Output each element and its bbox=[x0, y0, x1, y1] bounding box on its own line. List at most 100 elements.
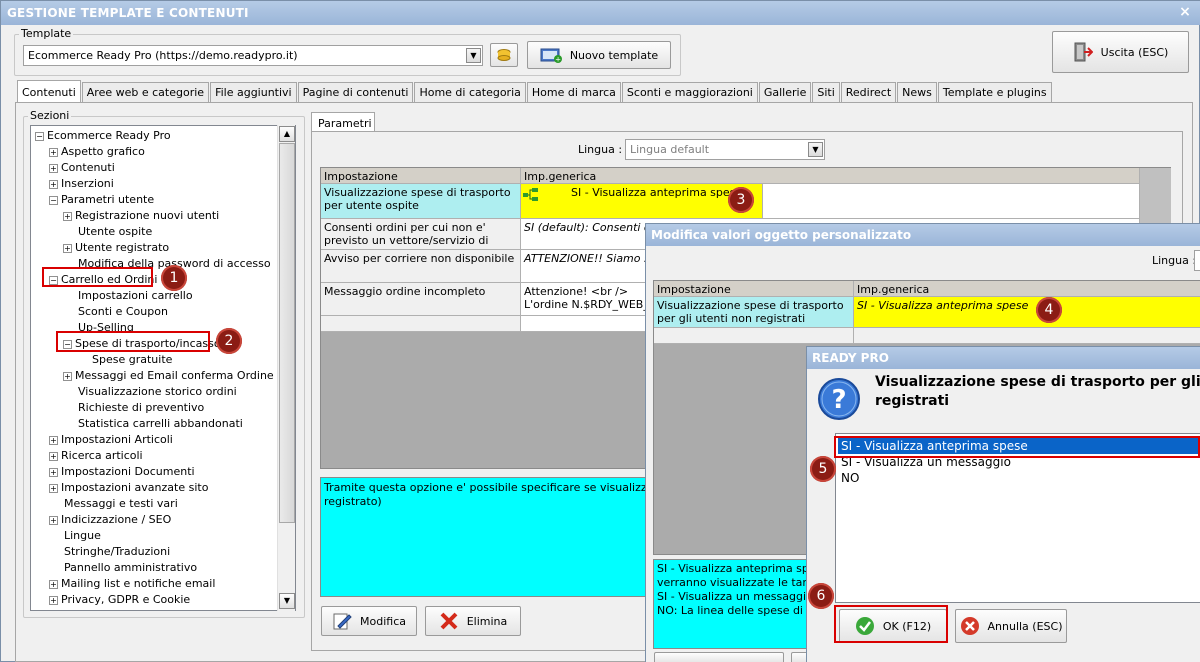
language-select[interactable]: Lingua default bbox=[625, 139, 825, 160]
modify-button[interactable]: Modifica bbox=[321, 606, 417, 636]
tab-home-di-categoria[interactable]: Home di categoria bbox=[414, 82, 526, 102]
tab-home-di-marca[interactable]: Home di marca bbox=[526, 82, 621, 102]
window-title: GESTIONE TEMPLATE E CONTENUTI bbox=[7, 6, 249, 20]
tree-item-label: Messaggi e testi vari bbox=[64, 497, 178, 510]
collapse-icon[interactable]: − bbox=[35, 131, 44, 141]
tree-scrollbar[interactable]: ▲ ▼ bbox=[277, 125, 295, 611]
options-list[interactable]: SI - Visualizza anteprima spese SI - Vis… bbox=[835, 433, 1200, 603]
language-label: Lingua : bbox=[578, 143, 623, 156]
tree-item[interactable]: − Parametri utente bbox=[49, 192, 154, 208]
chevron-down-icon[interactable]: ▼ bbox=[808, 142, 823, 157]
tree-item-label: Lingue bbox=[64, 529, 101, 542]
dialog1-language-select[interactable] bbox=[1194, 250, 1200, 271]
tree-item-label: Visualizzazione storico ordini bbox=[78, 385, 237, 398]
database-icon bbox=[497, 49, 511, 61]
scroll-down-icon[interactable]: ▼ bbox=[279, 593, 295, 609]
tree-item[interactable]: + Impostazioni Documenti bbox=[49, 464, 195, 480]
tab-pagine-di-contenuti[interactable]: Pagine di contenuti bbox=[297, 82, 414, 102]
tree-item-label: Impostazioni Articoli bbox=[61, 433, 173, 446]
tree-item[interactable]: + Mailing list e notifiche email bbox=[49, 576, 215, 592]
tree-item[interactable]: + Impostazioni avanzate sito bbox=[49, 480, 208, 496]
tree-item[interactable]: + Impostazioni Articoli bbox=[49, 432, 173, 448]
tree-item[interactable]: + Indicizzazione / SEO bbox=[49, 512, 171, 528]
close-icon[interactable]: × bbox=[1177, 4, 1193, 20]
svg-text:+: + bbox=[555, 56, 561, 64]
tree-item[interactable]: Utente ospite bbox=[63, 224, 152, 240]
option-item[interactable]: NO bbox=[838, 470, 1200, 486]
tab-redirect[interactable]: Redirect bbox=[840, 82, 897, 102]
database-button[interactable] bbox=[490, 43, 518, 67]
delete-x-icon bbox=[440, 612, 458, 630]
expand-icon[interactable]: + bbox=[49, 467, 58, 477]
tab-parametri[interactable]: Parametri bbox=[311, 112, 375, 132]
tree-item[interactable]: Richieste di preventivo bbox=[63, 400, 204, 416]
tree-item-label: Registrazione nuovi utenti bbox=[75, 209, 220, 222]
expand-icon[interactable]: + bbox=[63, 371, 72, 381]
tree-item-label: Privacy, GDPR e Cookie bbox=[61, 593, 191, 606]
grid-row-1-value[interactable]: SI - Visualizza anteprima spese bbox=[521, 184, 763, 219]
expand-icon[interactable]: + bbox=[49, 435, 58, 445]
tree-item[interactable]: + Contenuti bbox=[49, 160, 115, 176]
expand-icon[interactable]: + bbox=[63, 243, 72, 253]
edit-icon bbox=[333, 613, 352, 630]
tree-item[interactable]: Stringhe/Traduzioni bbox=[49, 544, 170, 560]
tree-item-label: Impostazioni Documenti bbox=[61, 465, 195, 478]
tab-sconti-e-maggiorazioni[interactable]: Sconti e maggiorazioni bbox=[621, 82, 758, 102]
tree-item[interactable]: + Aspetto grafico bbox=[49, 144, 145, 160]
chevron-down-icon[interactable]: ▼ bbox=[466, 48, 481, 63]
tree-item[interactable]: Statistica carrelli abbandonati bbox=[63, 416, 243, 432]
grid-row-4-setting[interactable]: Messaggio ordine incompleto bbox=[321, 283, 521, 316]
tab-aree-web-e-categorie[interactable]: Aree web e categorie bbox=[81, 82, 210, 102]
dialog1-modify-button[interactable] bbox=[654, 652, 784, 662]
tree-item[interactable]: + Messaggi ed Email conferma Ordine bbox=[63, 368, 274, 384]
expand-icon[interactable]: + bbox=[49, 515, 58, 525]
tree-item[interactable]: Visualizzazione storico ordini bbox=[63, 384, 237, 400]
tab-contenuti[interactable]: Contenuti bbox=[17, 80, 81, 102]
dialog1-language-label: Lingua : bbox=[1152, 254, 1197, 267]
grid-row-5-setting bbox=[321, 316, 521, 332]
tab-file-aggiuntivi[interactable]: File aggiuntivi bbox=[210, 82, 297, 102]
sections-tree[interactable]: − Ecommerce Ready Pro + Aspetto grafico + Con… bbox=[30, 125, 296, 611]
tab-template-e-plugins[interactable]: Template e plugins bbox=[937, 82, 1052, 102]
tree-item[interactable]: + Registrazione nuovi utenti bbox=[63, 208, 219, 224]
tree-item-label: Statistica carrelli abbandonati bbox=[78, 417, 243, 430]
expand-icon[interactable]: + bbox=[49, 451, 58, 461]
expand-icon[interactable]: + bbox=[49, 483, 58, 493]
tree-item-label: Richieste di preventivo bbox=[78, 401, 205, 414]
expand-icon[interactable]: + bbox=[49, 595, 58, 605]
new-template-button[interactable]: + Nuovo template bbox=[527, 41, 671, 69]
expand-icon[interactable]: + bbox=[49, 163, 58, 173]
tree-item[interactable]: + Privacy, GDPR e Cookie bbox=[49, 592, 190, 608]
cancel-button[interactable]: Annulla (ESC) bbox=[955, 609, 1067, 643]
expand-icon[interactable]: + bbox=[49, 179, 58, 189]
tree-item[interactable]: + Inserzioni bbox=[49, 176, 114, 192]
step-badge-4: 4 bbox=[1036, 297, 1062, 323]
tree-item-label: Pannello amministrativo bbox=[64, 561, 198, 574]
grid-row-3-setting[interactable]: Avviso per corriere non disponibile bbox=[321, 250, 521, 283]
grid-row-2-setting[interactable]: Consenti ordini per cui non e' previsto … bbox=[321, 219, 521, 250]
expand-icon[interactable]: + bbox=[49, 147, 58, 157]
tree-item[interactable]: Pannello amministrativo bbox=[49, 560, 197, 576]
exit-button[interactable]: Uscita (ESC) bbox=[1052, 31, 1189, 73]
tab-siti[interactable]: Siti bbox=[812, 82, 840, 102]
new-document-icon: + bbox=[540, 48, 562, 64]
template-select[interactable]: Ecommerce Ready Pro (https://demo.readyp… bbox=[23, 45, 483, 66]
tab-news[interactable]: News bbox=[897, 82, 937, 102]
tab-gallerie[interactable]: Gallerie bbox=[758, 82, 812, 102]
tree-item[interactable]: Messaggi e testi vari bbox=[49, 496, 178, 512]
collapse-icon[interactable]: − bbox=[49, 195, 58, 205]
dialog1-row-value[interactable]: SI - Visualizza anteprima spese bbox=[854, 297, 1200, 328]
expand-icon[interactable]: + bbox=[63, 211, 72, 221]
scroll-up-icon[interactable]: ▲ bbox=[279, 126, 295, 142]
tree-item[interactable]: + Utente registrato bbox=[63, 240, 169, 256]
grid-row-1-setting[interactable]: Visualizzazione spese di trasporto per u… bbox=[321, 184, 521, 219]
expand-icon[interactable]: + bbox=[49, 579, 58, 589]
tree-item[interactable]: Sconti e Coupon bbox=[63, 304, 168, 320]
tree-item[interactable]: − Ecommerce Ready Pro bbox=[35, 128, 171, 144]
dialog1-row-setting[interactable]: Visualizzazione spese di trasporto per g… bbox=[654, 297, 854, 328]
tree-item[interactable]: Spese gratuite bbox=[77, 352, 172, 368]
tree-item[interactable]: + Ricerca articoli bbox=[49, 448, 143, 464]
tree-item[interactable]: Lingue bbox=[49, 528, 101, 544]
tree-scroll-thumb[interactable] bbox=[279, 143, 295, 523]
delete-button[interactable]: Elimina bbox=[425, 606, 521, 636]
